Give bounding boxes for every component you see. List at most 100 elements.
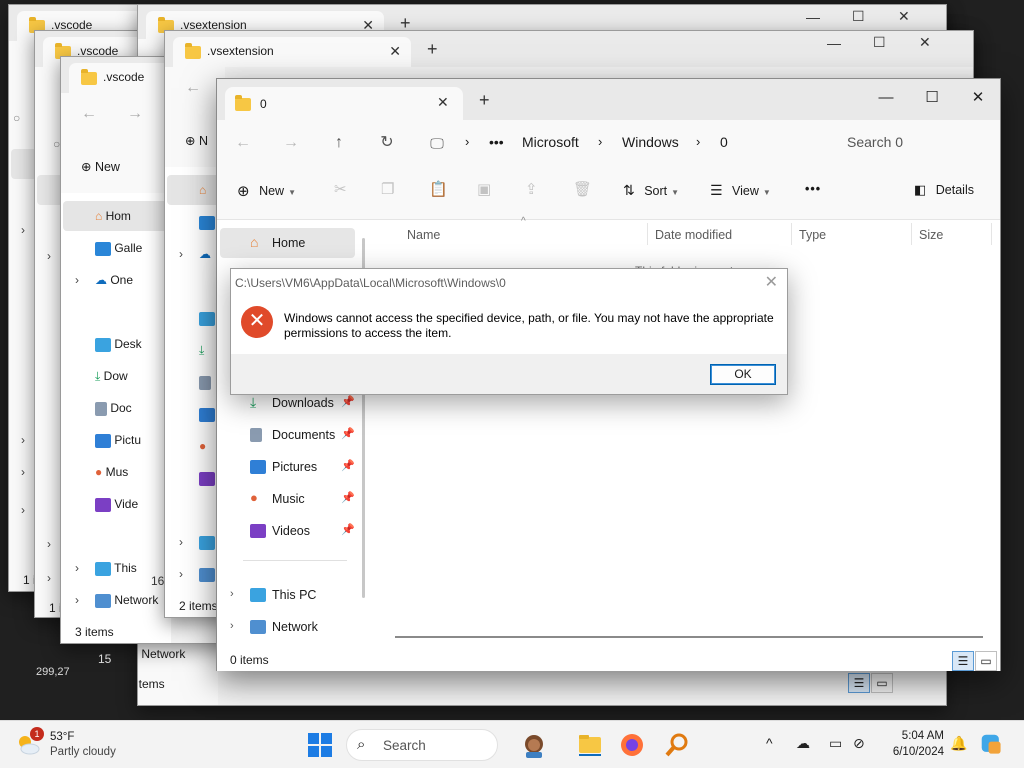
chevron-right-icon[interactable]: › xyxy=(179,247,183,261)
chevron-right-icon[interactable]: › xyxy=(21,503,25,517)
maximize-icon[interactable]: ☐ xyxy=(873,34,886,51)
minimize-icon[interactable]: — xyxy=(806,9,820,25)
sidebar-item-music[interactable]: ● Mus xyxy=(95,465,128,479)
chevron-right-icon[interactable]: › xyxy=(75,273,79,287)
close-button[interactable]: ✕ xyxy=(955,83,1001,113)
nav-item-pictures[interactable]: Pictures 📌 xyxy=(217,452,367,482)
breadcrumb-microsoft[interactable]: Microsoft xyxy=(522,134,579,150)
chevron-right-icon[interactable]: › xyxy=(179,535,183,549)
chevron-right-icon[interactable]: › xyxy=(75,561,79,575)
copy-icon[interactable]: ❐ xyxy=(381,180,394,198)
pictures-icon[interactable] xyxy=(199,407,215,422)
view-button[interactable]: ☰ View ▼ xyxy=(710,182,771,199)
error-dialog[interactable]: C:\Users\VM6\AppData\Local\Microsoft\Win… xyxy=(230,268,788,395)
nav-item-network[interactable]: › Network xyxy=(217,612,367,642)
column-divider[interactable] xyxy=(991,223,992,245)
gallery-icon[interactable] xyxy=(199,215,215,230)
clock[interactable]: 5:04 AM 6/10/2024 xyxy=(878,728,944,760)
new-tab-icon[interactable]: + xyxy=(479,90,490,111)
forward-icon[interactable]: → xyxy=(127,105,143,123)
sidebar-item-home[interactable]: ⌂ Hom xyxy=(95,209,131,223)
close-icon[interactable]: ✕ xyxy=(765,272,778,292)
tab-0[interactable]: 0 ✕ xyxy=(225,87,463,120)
tiles-view-button[interactable]: ▭ xyxy=(871,673,893,693)
downloads-icon[interactable]: ⤓ xyxy=(199,343,204,358)
start-button[interactable] xyxy=(308,733,332,757)
network-icon[interactable] xyxy=(199,567,215,582)
search-input[interactable]: Search 0 xyxy=(835,129,1000,157)
new-button[interactable]: ⊕ New xyxy=(81,159,120,174)
column-divider[interactable] xyxy=(647,223,648,245)
chevron-right-icon[interactable]: › xyxy=(21,465,25,479)
refresh-button[interactable]: ↻ xyxy=(373,130,401,156)
ok-button[interactable]: OK xyxy=(710,364,776,385)
sidebar-item-onedrive[interactable]: ☁ One xyxy=(95,273,133,287)
new-button[interactable]: ⊕ N xyxy=(185,133,208,148)
chevron-right-icon[interactable]: › xyxy=(230,588,234,600)
firefox-icon[interactable] xyxy=(618,731,646,759)
chevron-right-icon[interactable]: › xyxy=(230,620,234,632)
tiles-view-button[interactable]: ▭ xyxy=(975,651,997,671)
maximize-button[interactable]: ☐ xyxy=(909,83,955,113)
column-name[interactable]: Name xyxy=(407,228,440,242)
sidebar-item-this-pc[interactable]: This xyxy=(95,561,137,576)
rename-icon[interactable]: ▣ xyxy=(477,180,491,198)
videos-icon[interactable] xyxy=(199,471,215,486)
delete-icon[interactable]: 🗑 xyxy=(573,180,592,198)
chevron-right-icon[interactable]: › xyxy=(47,249,51,263)
back-icon[interactable]: ← xyxy=(185,79,201,97)
desktop-icon[interactable] xyxy=(199,311,215,326)
this-pc-icon[interactable]: 🖵 xyxy=(423,130,451,156)
music-icon[interactable]: ● xyxy=(199,439,206,453)
sidebar-item-documents[interactable]: Doc xyxy=(95,401,132,416)
back-icon[interactable]: ← xyxy=(81,105,97,123)
chevron-right-icon[interactable]: › xyxy=(179,567,183,581)
maximize-icon[interactable]: ☐ xyxy=(852,8,865,25)
details-button[interactable]: ◧ Details xyxy=(914,182,974,198)
sidebar-item-pictures[interactable]: Pictu xyxy=(95,433,141,448)
column-divider[interactable] xyxy=(791,223,792,245)
sort-button[interactable]: ⇅ Sort ▼ xyxy=(623,182,679,199)
nav-item-home[interactable]: ⌂ Home xyxy=(220,228,355,258)
close-icon[interactable]: ✕ xyxy=(389,43,401,60)
breadcrumb-windows[interactable]: Windows xyxy=(622,134,679,150)
taskbar-search[interactable]: ⌕ Search xyxy=(346,729,498,761)
file-explorer-icon[interactable] xyxy=(576,731,604,759)
minimize-button[interactable]: — xyxy=(863,83,909,113)
column-size[interactable]: Size xyxy=(919,228,943,242)
cut-icon[interactable]: ✂ xyxy=(334,180,347,198)
chevron-right-icon[interactable]: › xyxy=(47,571,51,585)
details-view-button[interactable]: ☰ xyxy=(848,673,870,693)
copilot-avatar-icon[interactable] xyxy=(520,731,548,759)
back-button[interactable]: ← xyxy=(229,130,257,156)
copilot-pre-icon[interactable] xyxy=(980,733,1004,757)
nav-item-music[interactable]: ● Music 📌 xyxy=(217,484,367,514)
sidebar-item-downloads[interactable]: ⤓ Dow xyxy=(95,369,128,384)
network-item[interactable]: Network xyxy=(138,647,185,662)
this-pc-icon[interactable] xyxy=(199,535,215,550)
documents-icon[interactable] xyxy=(199,375,211,390)
back-icon[interactable]: ○ xyxy=(13,111,20,125)
new-tab-icon[interactable]: + xyxy=(427,39,438,60)
close-icon[interactable]: ✕ xyxy=(919,34,931,51)
breadcrumb-0[interactable]: 0 xyxy=(720,134,728,150)
nav-item-videos[interactable]: Videos 📌 xyxy=(217,516,367,546)
details-view-button[interactable]: ☰ xyxy=(952,651,974,671)
display-icon[interactable]: ▭ xyxy=(829,735,842,752)
share-icon[interactable]: ⇪ xyxy=(525,180,538,198)
sidebar-item-videos[interactable]: Vide xyxy=(95,497,138,512)
tab-vsextension[interactable]: .vsextension ✕ xyxy=(173,37,411,67)
chevron-right-icon[interactable]: › xyxy=(47,537,51,551)
minimize-icon[interactable]: — xyxy=(827,35,841,51)
search-app-icon[interactable] xyxy=(663,731,691,759)
close-tab-icon[interactable]: ✕ xyxy=(437,94,449,111)
chevron-up-icon[interactable]: ^ xyxy=(766,735,773,751)
notification-bell-icon[interactable]: 🔔 xyxy=(950,735,967,752)
sidebar-item-network[interactable]: Network xyxy=(95,593,158,608)
forward-button[interactable]: → xyxy=(277,130,305,156)
network-status-icon[interactable]: ⊘ xyxy=(853,735,865,752)
nav-item-documents[interactable]: Documents 📌 xyxy=(217,420,367,450)
chevron-right-icon[interactable]: › xyxy=(75,593,79,607)
more-icon[interactable]: ••• xyxy=(489,134,504,150)
cloud-offline-icon[interactable]: ☁ xyxy=(796,735,810,752)
